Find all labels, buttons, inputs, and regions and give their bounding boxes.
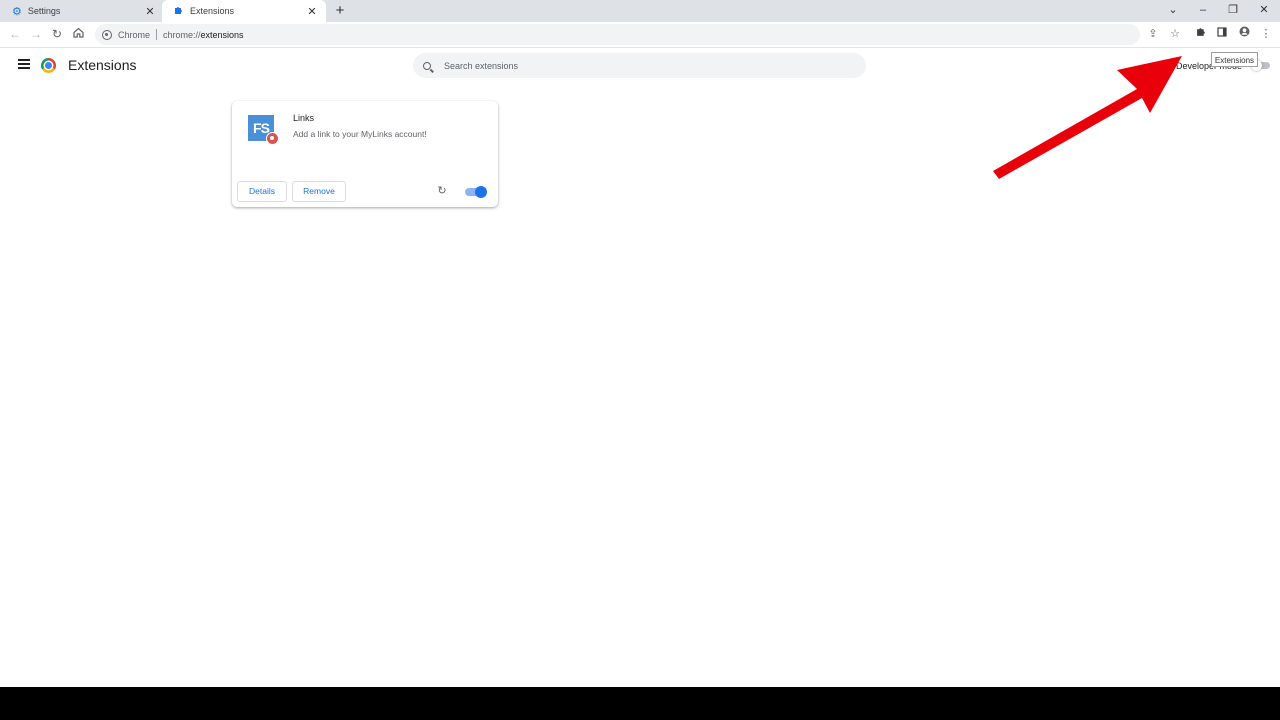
new-tab-button[interactable]: + (331, 2, 349, 20)
page-title: Extensions (68, 57, 137, 73)
forward-button[interactable]: → (27, 25, 45, 43)
extension-card: FS Links Add a link to your MyLinks acco… (232, 101, 498, 207)
kebab-menu-icon[interactable]: ⋮ (1258, 26, 1274, 42)
home-icon (72, 27, 84, 38)
tab-title: Extensions (190, 6, 235, 16)
extensions-header: Extensions Developer mode (0, 48, 1280, 84)
home-button[interactable] (69, 25, 87, 43)
tab-title: Settings (27, 6, 61, 16)
close-icon[interactable]: ✕ (144, 5, 156, 18)
reload-icon[interactable]: ↻ (436, 185, 448, 197)
restore-button[interactable]: ❐ (1218, 0, 1248, 22)
chrome-site-icon (102, 29, 112, 40)
search-box[interactable] (413, 53, 866, 78)
url-scheme: chrome:// (163, 29, 201, 40)
tab-strip: ⚙ Settings ✕ Extensions ✕ + ⌄ – ❐ ✕ (0, 0, 1280, 22)
site-chip: Chrome (118, 29, 151, 40)
annotation-arrow-icon (993, 56, 1182, 179)
tab-settings[interactable]: ⚙ Settings ✕ (0, 0, 164, 22)
chevron-down-icon[interactable]: ⌄ (1158, 0, 1188, 22)
divider (156, 29, 158, 40)
extensions-tooltip: Extensions (1211, 52, 1258, 67)
extension-name: Links (293, 113, 315, 123)
browser-window: ⚙ Settings ✕ Extensions ✕ + ⌄ – ❐ ✕ ← → … (0, 0, 1280, 687)
close-window-button[interactable]: ✕ (1249, 0, 1279, 22)
extensions-puzzle-icon[interactable] (1193, 26, 1209, 42)
share-icon[interactable]: ⇪ (1145, 26, 1161, 42)
remove-button[interactable]: Remove (292, 181, 346, 202)
search-icon (423, 61, 431, 70)
chrome-logo (41, 58, 56, 73)
tab-extensions[interactable]: Extensions ✕ (162, 0, 326, 22)
puzzle-icon (174, 5, 184, 17)
bookmark-star-icon[interactable]: ☆ (1167, 26, 1183, 42)
browser-toolbar: ← → ↻ Chrome chrome:// extensions ⇪ ☆ ⋮ (0, 22, 1280, 48)
gear-icon: ⚙ (12, 5, 22, 18)
details-button[interactable]: Details (237, 181, 287, 202)
profile-icon[interactable] (1236, 26, 1252, 42)
search-input[interactable] (442, 59, 826, 72)
address-bar[interactable]: Chrome chrome:// extensions (95, 24, 1140, 45)
minimize-button[interactable]: – (1188, 0, 1218, 22)
hamburger-menu-icon[interactable] (18, 59, 30, 69)
side-panel-icon[interactable] (1214, 26, 1230, 42)
extension-description: Add a link to your MyLinks account! (293, 129, 427, 139)
extension-enable-toggle[interactable] (465, 186, 487, 198)
reload-button[interactable]: ↻ (48, 25, 66, 43)
url-host: extensions (200, 29, 244, 40)
close-icon[interactable]: ✕ (306, 5, 318, 18)
record-badge-icon (266, 132, 279, 145)
back-button[interactable]: ← (6, 25, 24, 43)
